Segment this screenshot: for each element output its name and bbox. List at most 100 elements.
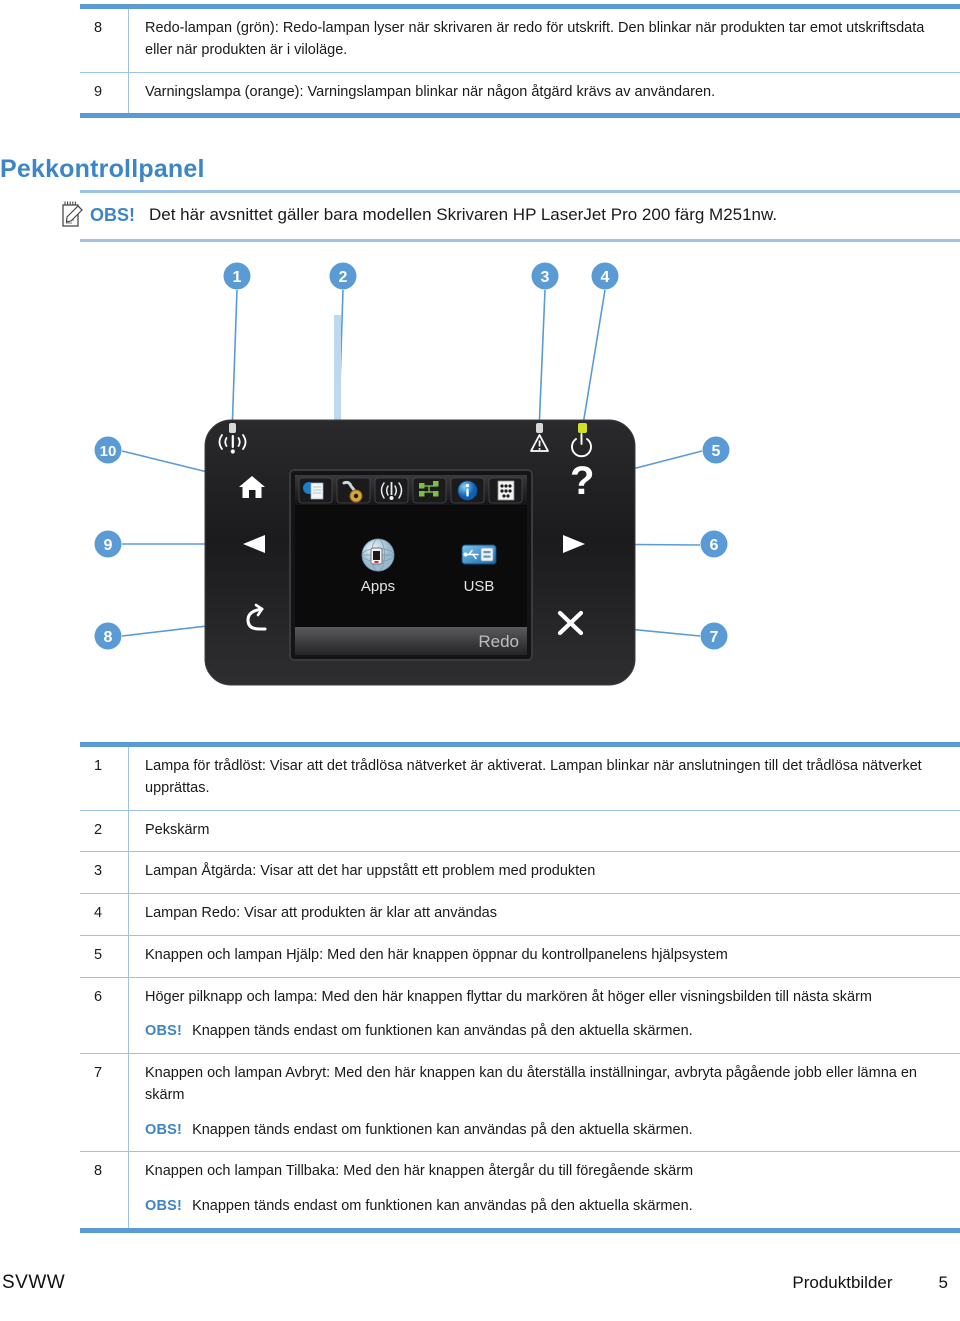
callout-10: 10 <box>94 436 122 464</box>
wireless-icon[interactable] <box>374 477 409 504</box>
row-description: Lampan Redo: Visar att produkten är klar… <box>128 894 960 935</box>
table-row: 1 Lampa för trådlöst: Visar att det tråd… <box>80 747 960 810</box>
row-description: Lampa för trådlöst: Visar att det trådlö… <box>128 747 960 810</box>
top-table-body: 8 Redo-lampan (grön): Redo-lampan lyser … <box>80 9 960 114</box>
table-row: 5 Knappen och lampan Hjälp: Med den här … <box>80 934 960 977</box>
information-icon[interactable] <box>450 477 485 504</box>
note-callout: OBS! Det här avsnittet gäller bara model… <box>62 190 960 242</box>
row-text: Lampa för trådlöst: Visar att det trådlö… <box>145 758 922 796</box>
touch-control-panel-diagram: ? Apps USB Redo 1 2 3 4 5 6 7 8 9 10 <box>0 255 960 725</box>
attention-led-icon <box>536 423 543 433</box>
footer-section: Produktbilder <box>792 1273 893 1292</box>
callout-7: 7 <box>700 622 728 650</box>
svg-text:1: 1 <box>233 269 242 286</box>
svg-text:4: 4 <box>601 269 610 286</box>
table-row: 7 Knappen och lampan Avbryt: Med den här… <box>80 1053 960 1152</box>
row-description: Lampan Åtgärda: Visar att det har uppstå… <box>128 852 960 893</box>
footer-locale: SVWW <box>2 1272 66 1293</box>
ready-led-icon <box>578 423 587 433</box>
row-description: Pekskärm <box>128 810 960 852</box>
note-label: OBS! <box>145 1198 183 1214</box>
callout-5: 5 <box>702 436 730 464</box>
callout-1: 1 <box>223 262 251 290</box>
row-text: Pekskärm <box>145 821 210 838</box>
row-description: Knappen och lampan Tillbaka: Med den här… <box>128 1152 960 1228</box>
row-note: OBS! Knappen tänds endast om funktionen k… <box>145 1196 946 1218</box>
note-label: OBS! <box>145 1121 183 1138</box>
svg-text:7: 7 <box>710 629 719 646</box>
table-row: 9 Varningslampa (orange): Varningslampan… <box>80 71 960 114</box>
svg-text:3: 3 <box>541 269 550 286</box>
svg-text:?: ? <box>570 459 594 503</box>
callout-8: 8 <box>94 622 122 650</box>
row-number: 8 <box>94 1163 103 1180</box>
callout-4: 4 <box>591 262 619 290</box>
bottom-table-body: 1 Lampa för trådlöst: Visar att det tråd… <box>80 747 960 1228</box>
table-row: 6 Höger pilknapp och lampa: Med den här … <box>80 976 960 1053</box>
row-text: Lampan Åtgärda: Visar att det har uppstå… <box>145 863 596 880</box>
callout-6: 6 <box>700 530 728 558</box>
row-description: Knappen och lampan Avbryt: Med den här k… <box>128 1054 960 1152</box>
table-row: 8 Knappen och lampan Tillbaka: Med den h… <box>80 1151 960 1228</box>
note-text: Knappen tänds endast om funktionen kan a… <box>192 1121 693 1138</box>
callout-3: 3 <box>531 262 559 290</box>
note-label: OBS! <box>145 1023 183 1040</box>
screen-status-bar: Redo <box>295 627 527 655</box>
svg-text:2: 2 <box>339 269 348 286</box>
table-row: 4 Lampan Redo: Visar att produkten är kl… <box>80 893 960 935</box>
svg-text:9: 9 <box>104 537 113 554</box>
callout-9: 9 <box>94 530 122 558</box>
row-description: Redo-lampan (grön): Redo-lampan lyser nä… <box>128 9 960 72</box>
row-note: OBS! Knappen tänds endast om funktionen k… <box>145 1120 946 1142</box>
row-number: 2 <box>94 821 103 838</box>
footer-page-number: 5 <box>938 1273 948 1292</box>
network-icon[interactable] <box>412 477 447 504</box>
note-text: Det här avsnittet gäller bara modellen S… <box>149 205 778 224</box>
row-number: 4 <box>94 905 103 921</box>
table-row: 8 Redo-lampan (grön): Redo-lampan lyser … <box>80 9 960 72</box>
touchscreen-display[interactable]: Apps USB Redo <box>289 469 533 661</box>
note-pencil-icon <box>60 200 86 230</box>
table-row: 3 Lampan Åtgärda: Visar att det har upps… <box>80 851 960 893</box>
table-row: 2 Pekskärm <box>80 809 960 852</box>
row-text: Knappen och lampan Hjälp: Med den här kn… <box>145 946 728 963</box>
row-number: 6 <box>94 988 103 1005</box>
home-item-label: USB <box>464 578 495 595</box>
callout-2: 2 <box>329 262 357 290</box>
row-number: 1 <box>94 758 103 774</box>
screen-toolbar <box>295 475 527 505</box>
row-number: 9 <box>94 83 103 100</box>
row-text: Knappen och lampan Avbryt: Med den här k… <box>145 1065 917 1103</box>
row-text: Höger pilknapp och lampa: Med den här kn… <box>145 988 873 1005</box>
row-description: Varningslampa (orange): Varningslampan b… <box>128 72 960 114</box>
bottom-spec-table: 1 Lampa för trådlöst: Visar att det tråd… <box>0 742 960 1233</box>
svg-text:6: 6 <box>710 537 719 554</box>
table-bottom-rule <box>80 113 960 119</box>
help-button-icon[interactable]: ? <box>570 459 594 503</box>
row-number: 8 <box>94 20 103 36</box>
svg-text:5: 5 <box>712 443 721 460</box>
note-bottom-rule <box>80 239 960 242</box>
table-bottom-rule <box>80 1227 960 1233</box>
svg-text:10: 10 <box>100 443 117 460</box>
note-text: Knappen tänds endast om funktionen kan a… <box>192 1198 693 1214</box>
status-bar-label: Redo <box>478 632 519 651</box>
row-note: OBS! Knappen tänds endast om funktionen k… <box>145 1021 946 1043</box>
row-description: Knappen och lampan Hjälp: Med den här kn… <box>128 935 960 977</box>
note-label: OBS! <box>90 204 135 225</box>
wireless-led-icon <box>229 423 236 433</box>
wrench-setup-icon[interactable] <box>336 477 371 504</box>
note-text: Knappen tänds endast om funktionen kan a… <box>192 1023 693 1040</box>
row-description: Höger pilknapp och lampa: Med den här kn… <box>128 977 960 1053</box>
home-item-label: Apps <box>361 578 395 595</box>
row-number: 7 <box>94 1065 103 1081</box>
svg-text:8: 8 <box>104 629 113 646</box>
top-spec-table: 8 Redo-lampan (grön): Redo-lampan lyser … <box>0 4 960 119</box>
page-title: Pekkontrollpanel <box>0 155 205 183</box>
row-text: Lampan Redo: Visar att produkten är klar… <box>145 905 497 921</box>
row-number: 5 <box>94 946 103 963</box>
page-footer: SVWW Produktbilder 5 <box>0 1272 960 1294</box>
supplies-icon[interactable] <box>488 477 523 504</box>
document-icon[interactable] <box>298 477 333 504</box>
row-text: Knappen och lampan Tillbaka: Med den här… <box>145 1163 694 1180</box>
